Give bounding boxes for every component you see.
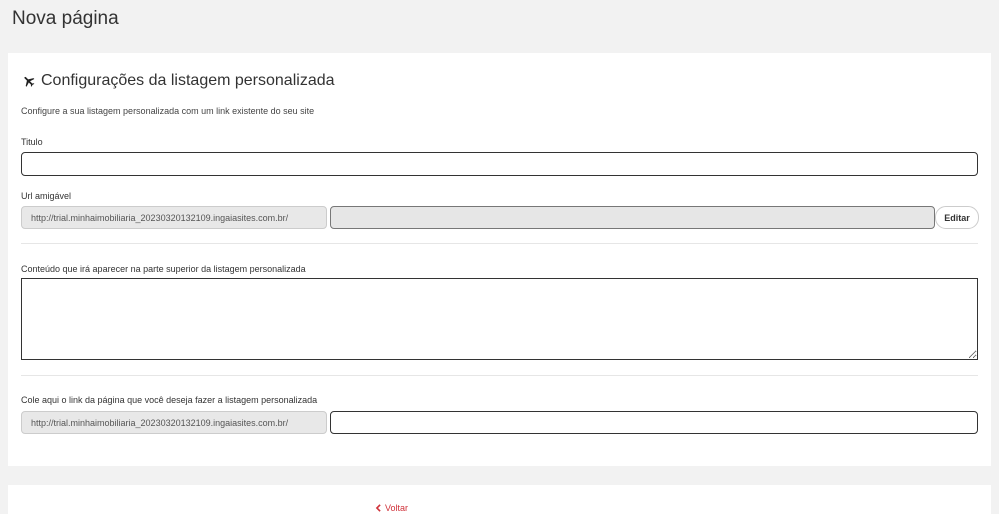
link-input[interactable] xyxy=(330,411,978,434)
settings-card: Configurações da listagem personalizada … xyxy=(8,53,991,466)
chevron-left-icon xyxy=(375,504,381,512)
url-input[interactable] xyxy=(330,206,935,229)
url-label: Url amigável xyxy=(21,191,72,201)
title-label: Titulo xyxy=(21,137,43,147)
divider xyxy=(21,243,978,244)
content-label: Conteúdo que irá aparecer na parte super… xyxy=(21,264,306,274)
section-title-text: Configurações da listagem personalizada xyxy=(41,72,335,89)
back-link[interactable]: Voltar xyxy=(375,503,408,513)
section-title: Configurações da listagem personalizada xyxy=(22,72,335,90)
divider xyxy=(21,375,978,376)
section-subtitle: Configure a sua listagem personalizada c… xyxy=(21,106,315,116)
page-title: Nova página xyxy=(12,8,119,29)
edit-button[interactable]: Editar xyxy=(935,206,979,229)
link-prefix: http://trial.minhaimobiliaria_2023032013… xyxy=(21,411,327,434)
back-link-label: Voltar xyxy=(385,503,409,513)
plane-icon xyxy=(24,76,35,87)
url-prefix: http://trial.minhaimobiliaria_2023032013… xyxy=(21,206,327,229)
link-label: Cole aqui o link da página que você dese… xyxy=(21,395,318,405)
title-input[interactable] xyxy=(21,152,978,176)
footer-bar xyxy=(8,485,991,514)
content-textarea[interactable] xyxy=(21,278,978,360)
